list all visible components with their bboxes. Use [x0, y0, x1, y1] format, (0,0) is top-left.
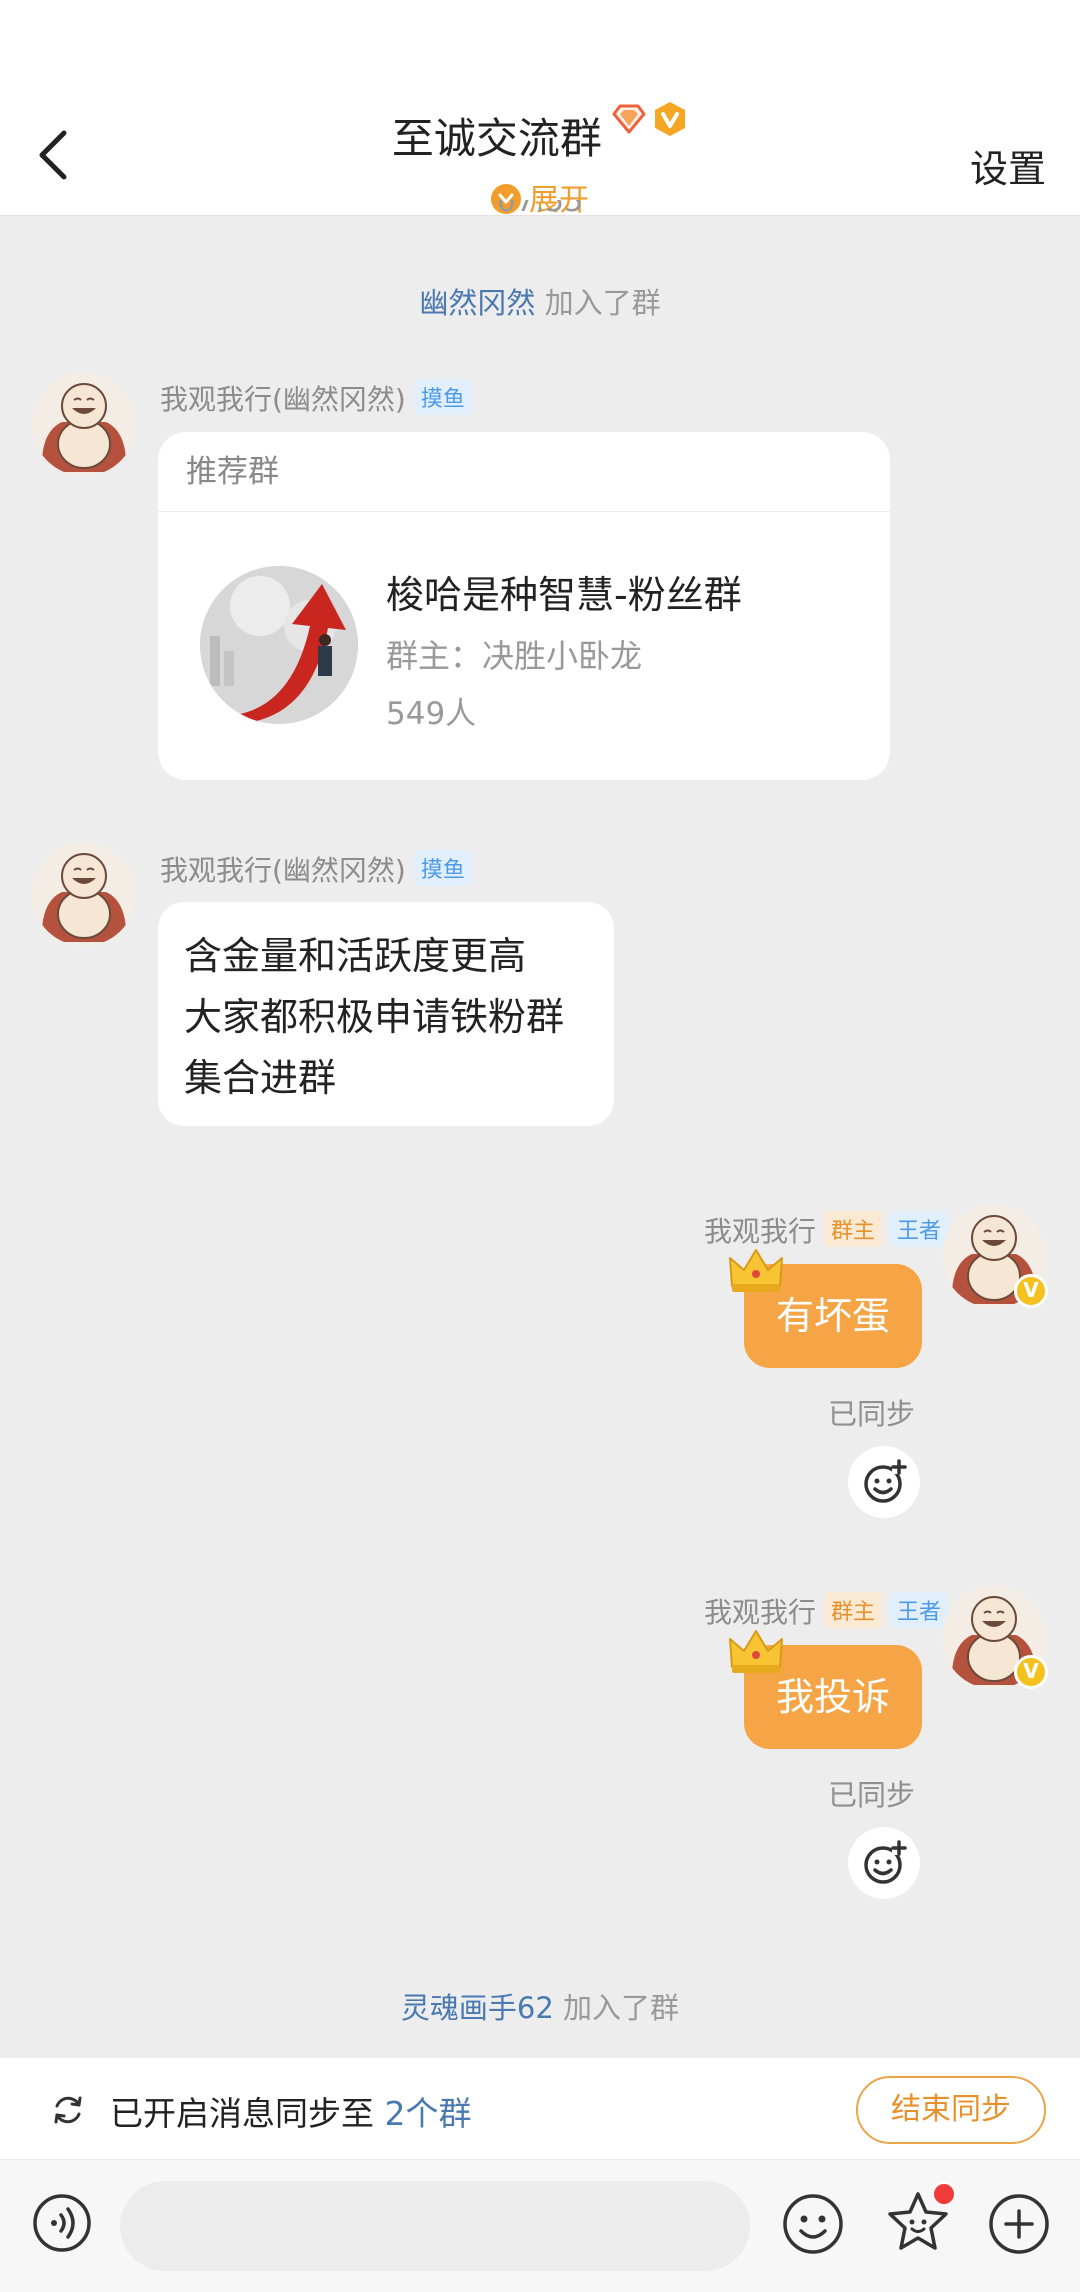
smiley-plus-icon	[864, 1840, 907, 1884]
settings-button[interactable]: 设置	[970, 138, 1046, 193]
own-sender-name: 我观我行 群主 王者	[704, 1210, 948, 1250]
title-area[interactable]: 至诚交流群	[0, 101, 1080, 166]
sync-status-text: 已开启消息同步至 2个群	[110, 2087, 472, 2135]
member-count: 549人	[386, 696, 477, 732]
crown-icon	[729, 1630, 783, 1673]
sync-icon	[54, 2096, 82, 2124]
system-join-message: 幽然冈然 加入了群	[0, 280, 1080, 322]
message-line: 含金量和活跃度更高	[184, 934, 527, 978]
laughing-buddha-avatar-icon	[32, 372, 136, 476]
sender-name: 我观我行(幽然冈然) 摸鱼	[160, 378, 472, 418]
join-action-text: 加入了群	[544, 286, 661, 320]
sender-name: 我观我行(幽然冈然) 摸鱼	[160, 849, 472, 889]
diamond-badge-icon	[612, 104, 646, 133]
join-action-text: 加入了群	[563, 1991, 680, 2025]
rank-tag: 王者	[889, 1211, 948, 1247]
crown-icon	[729, 1249, 783, 1292]
sender-label: 我观我行	[703, 1215, 816, 1248]
plus-icon[interactable]	[988, 2193, 1050, 2255]
laughing-buddha-avatar-icon	[32, 842, 136, 946]
smiley-plus-icon	[864, 1459, 907, 1503]
sync-groups-link[interactable]: 2个群	[385, 2094, 472, 2133]
group-title[interactable]: 至诚交流群	[392, 105, 602, 166]
group-avatar-image	[200, 566, 358, 724]
owner-tag: 群主	[823, 1592, 882, 1628]
avatar[interactable]	[32, 842, 136, 946]
text-message-bubble[interactable]: 含金量和活跃度更高 大家都积极申请铁粉群 集合进群	[158, 902, 614, 1126]
message-input[interactable]	[120, 2181, 750, 2271]
member-tag: 摸鱼	[413, 379, 472, 415]
verified-v-icon: V	[1014, 1274, 1048, 1308]
group-badges	[611, 100, 688, 138]
add-reaction-button[interactable]	[848, 1827, 920, 1899]
sync-prefix: 已开启消息同步至	[110, 2094, 374, 2133]
chat-input-bar	[0, 2160, 1080, 2292]
group-name: 梭哈是种智慧-粉丝群	[386, 573, 742, 617]
message-line: 集合进群	[184, 1056, 337, 1100]
sync-status: 已同步	[828, 1397, 916, 1431]
chat-header: 至诚交流群 展开 设置	[0, 0, 1080, 218]
sync-status: 已同步	[828, 1778, 916, 1812]
system-join-message: 灵魂画手62 加入了群	[0, 1985, 1080, 2027]
voice-input-icon[interactable]	[32, 2193, 92, 2253]
owner-tag: 群主	[823, 1211, 882, 1247]
emoji-icon[interactable]	[782, 2193, 844, 2255]
add-reaction-button[interactable]	[848, 1446, 920, 1518]
own-sender-name: 我观我行 群主 王者	[704, 1591, 948, 1631]
avatar[interactable]	[32, 372, 136, 476]
recommended-group-card[interactable]: 推荐群 梭哈是种智慧-粉丝群 群主：决胜小卧龙 549人	[158, 432, 890, 780]
v-hexagon-badge-icon	[655, 101, 686, 136]
rank-tag: 王者	[889, 1592, 948, 1628]
sender-label: 我观我行(幽然冈然)	[160, 383, 406, 416]
sender-label: 我观我行	[703, 1596, 816, 1629]
joined-user-link[interactable]: 灵魂画手62	[401, 1991, 554, 2025]
timestamp-peek: 07:55	[496, 200, 584, 219]
joined-user-link[interactable]: 幽然冈然	[419, 286, 535, 320]
verified-v-icon: V	[1014, 1655, 1048, 1689]
message-line: 大家都积极申请铁粉群	[184, 995, 565, 1039]
card-header: 推荐群	[158, 432, 890, 512]
message-sync-bar: 已开启消息同步至 2个群 结束同步	[0, 2058, 1080, 2160]
rising-arrow-image-icon	[200, 566, 358, 724]
member-tag: 摸鱼	[413, 850, 472, 886]
end-sync-button[interactable]: 结束同步	[856, 2076, 1046, 2144]
sender-label: 我观我行(幽然冈然)	[160, 854, 406, 887]
group-owner: 群主：决胜小卧龙	[386, 637, 643, 675]
notification-dot	[932, 2182, 956, 2206]
